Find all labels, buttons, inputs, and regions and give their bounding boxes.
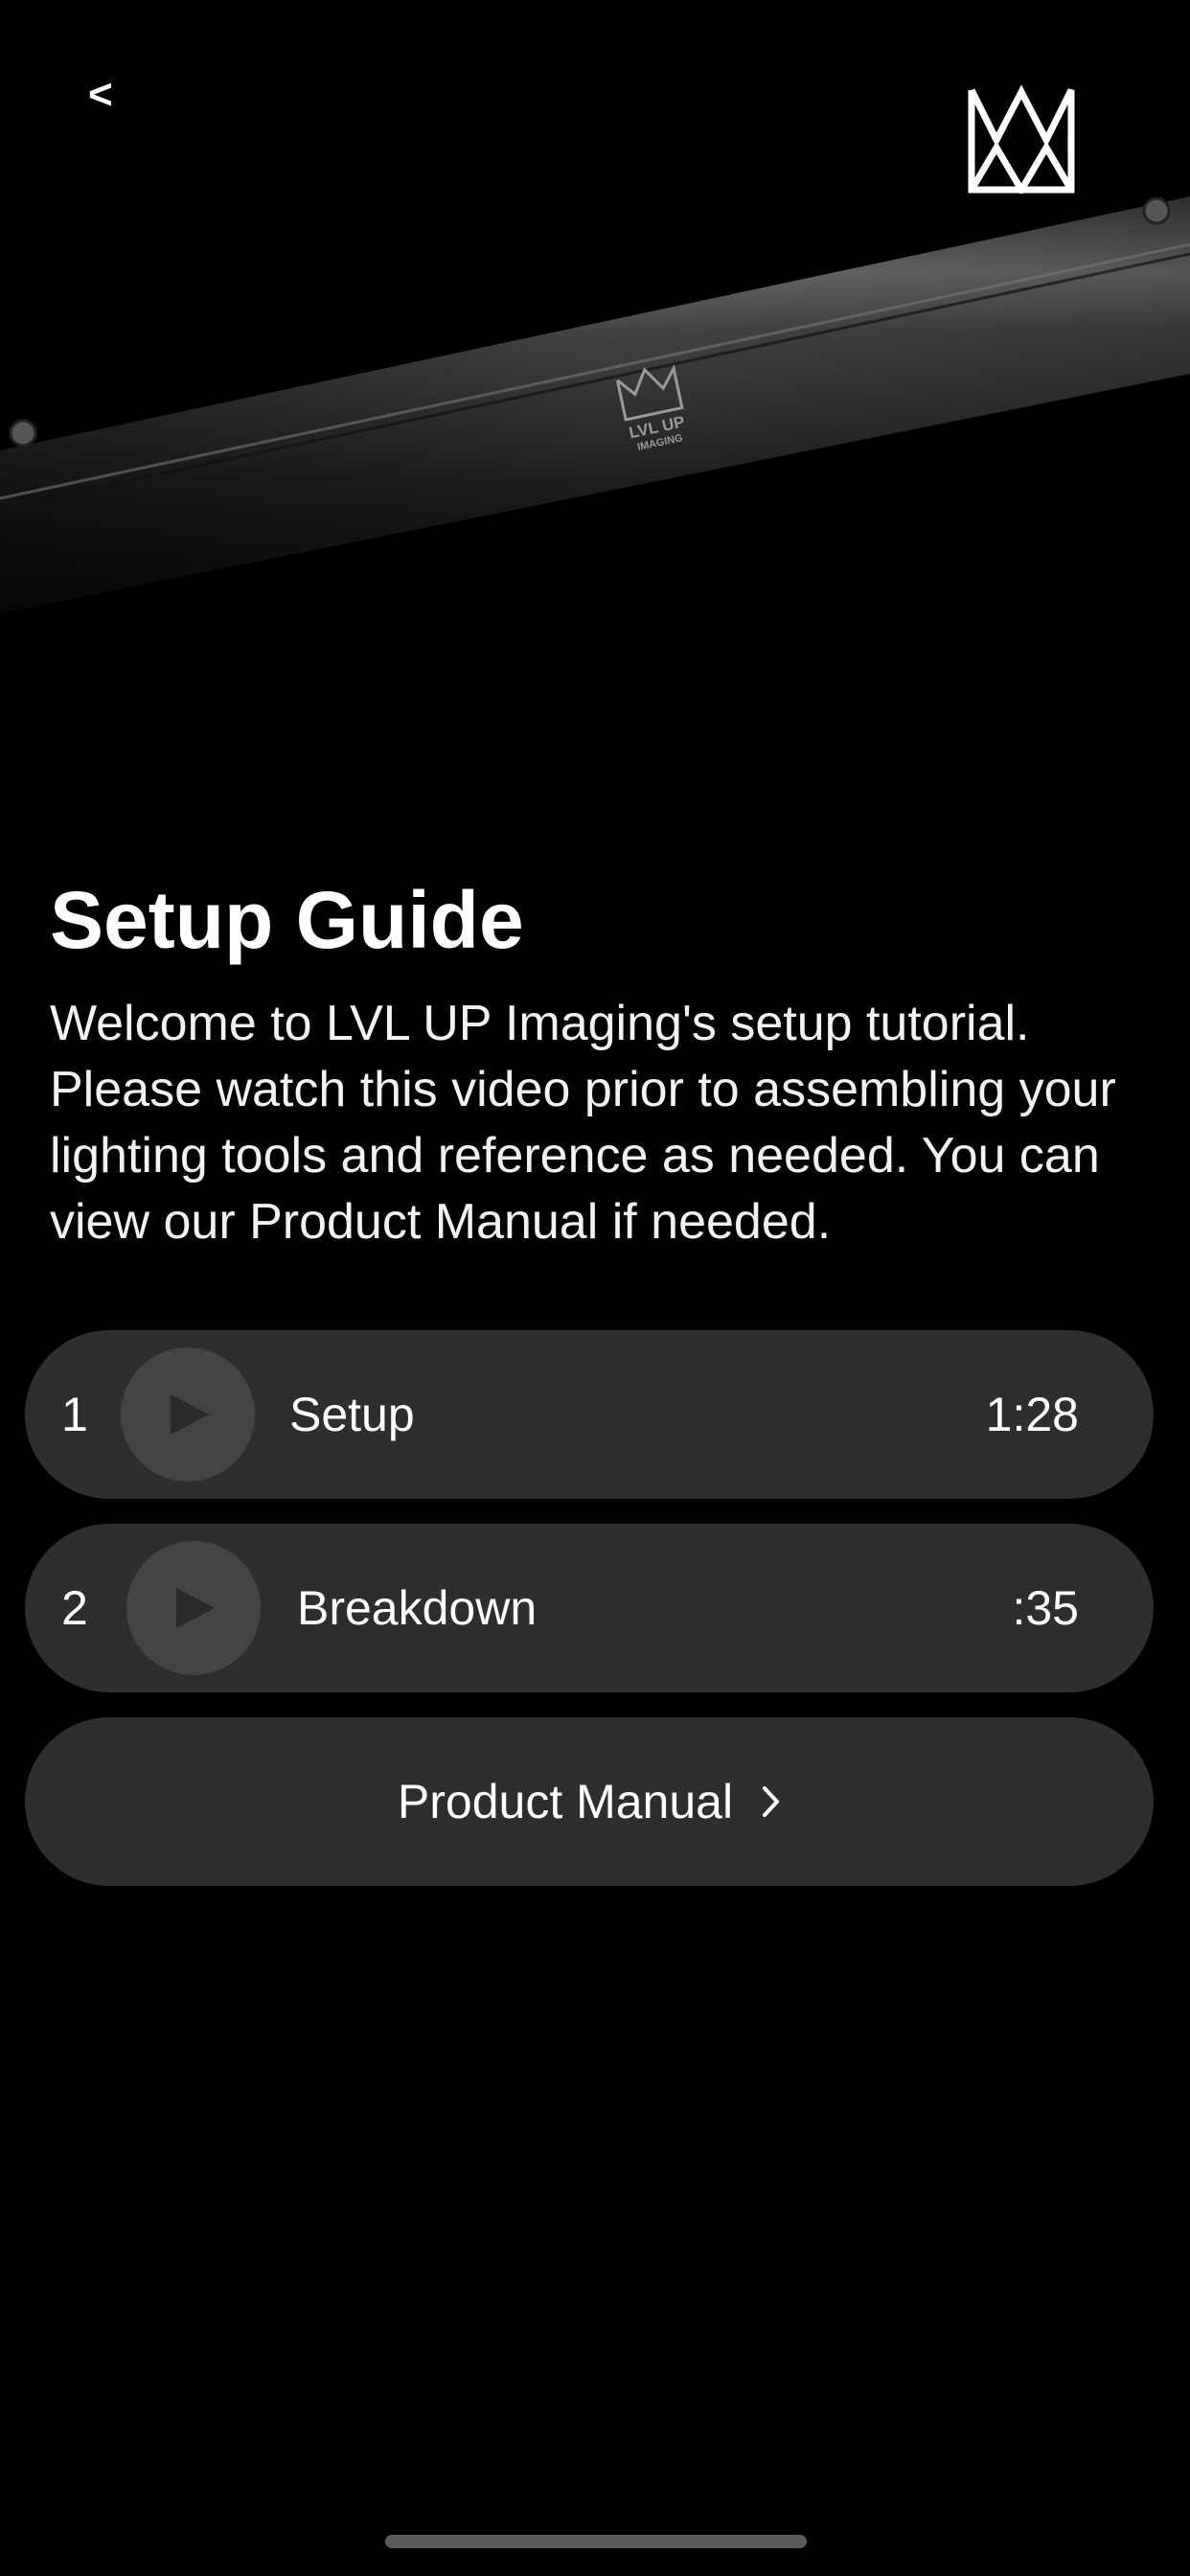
page-description: Welcome to LVL UP Imaging's setup tutori…	[50, 996, 1116, 1250]
play-icon	[176, 1588, 215, 1628]
back-button[interactable]: <	[88, 71, 136, 119]
video-row-breakdown[interactable]: 2 Breakdown :35	[25, 1524, 1154, 1692]
video-number: 1	[61, 1388, 88, 1441]
chevron-right-icon	[763, 1786, 780, 1817]
video-title: Setup	[289, 1388, 415, 1441]
play-button[interactable]	[126, 1541, 261, 1675]
video-number: 2	[61, 1581, 88, 1635]
chevron-left-icon: <	[88, 71, 113, 118]
video-row-setup[interactable]: 1 Setup 1:28	[25, 1330, 1154, 1499]
product-manual-button[interactable]: Product Manual	[25, 1717, 1154, 1886]
play-icon	[171, 1394, 209, 1435]
page-title: Setup Guide	[50, 875, 524, 965]
play-button[interactable]	[121, 1347, 255, 1482]
product-manual-label: Product Manual	[397, 1775, 734, 1828]
home-indicator[interactable]	[385, 2535, 807, 2548]
video-title: Breakdown	[297, 1581, 538, 1635]
crown-logo-icon	[968, 84, 1075, 194]
video-duration: 1:28	[985, 1388, 1079, 1441]
video-duration: :35	[1012, 1581, 1079, 1635]
